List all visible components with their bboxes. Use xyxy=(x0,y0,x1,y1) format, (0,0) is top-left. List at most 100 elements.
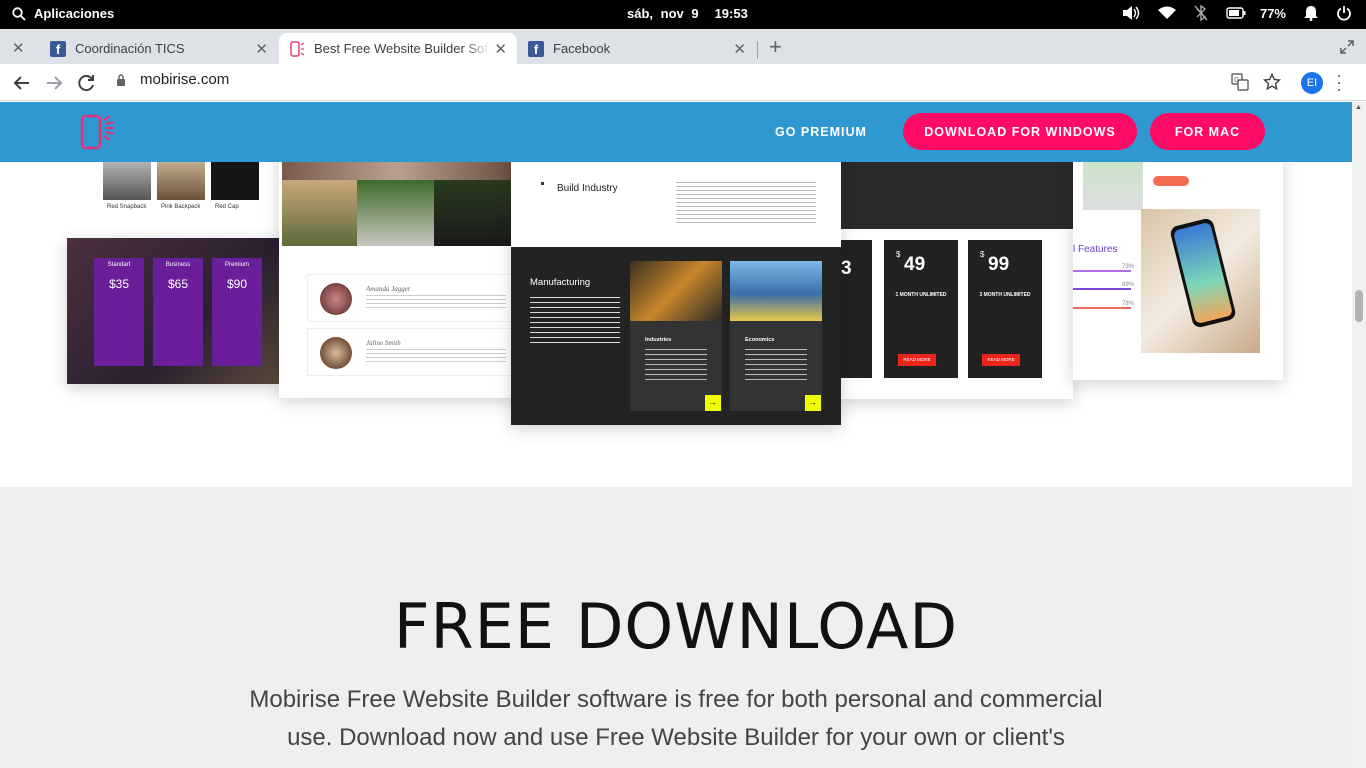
tab-coordinacion[interactable]: f Coordinación TICS ✕ xyxy=(40,33,278,64)
close-window-icon[interactable]: ✕ xyxy=(12,39,25,57)
feature-percent: 89% xyxy=(1122,282,1135,288)
date-label: sáb, nov 9 xyxy=(627,6,699,21)
site-navbar: GO PREMIUM DOWNLOAD FOR WINDOWS FOR MAC xyxy=(0,102,1352,162)
gym-plan-label: 3 MONTH UNLIMITED xyxy=(979,292,1031,298)
tab-strip: ✕ f Coordinación TICS ✕ Best Free Websit… xyxy=(0,29,1366,64)
applications-label: Aplicaciones xyxy=(34,6,115,21)
gym-price-column: $ 49 1 MONTH UNLIMITED READ MORE xyxy=(884,240,958,378)
gallery-image xyxy=(282,180,357,246)
gym-template-card: 3 $ 49 1 MONTH UNLIMITED READ MORE $ 99 … xyxy=(835,152,1073,399)
svg-text:G: G xyxy=(1234,77,1239,84)
gym-price: 3 xyxy=(841,258,852,279)
testimonial-text xyxy=(366,295,506,309)
testimonials-template-card: Amanda Jagger Jaline Smith xyxy=(279,152,519,398)
currency-symbol: $ xyxy=(980,250,985,259)
read-more-button[interactable] xyxy=(1153,176,1189,186)
back-arrow-icon[interactable] xyxy=(11,72,33,94)
free-download-section: FREE DOWNLOAD Mobirise Free Website Buil… xyxy=(0,487,1352,768)
industry-card-text xyxy=(645,349,707,381)
heading-mark xyxy=(541,182,544,185)
avatar xyxy=(320,283,352,315)
close-tab-icon[interactable]: ✕ xyxy=(494,40,507,58)
feature-percent: 73% xyxy=(1122,264,1135,270)
reload-icon[interactable] xyxy=(75,72,97,94)
gym-price-column: $ 99 3 MONTH UNLIMITED READ MORE xyxy=(968,240,1042,378)
read-more-button[interactable]: READ MORE xyxy=(898,354,936,366)
translate-icon[interactable]: G xyxy=(1231,73,1249,91)
profile-avatar[interactable]: EI xyxy=(1301,72,1323,94)
facebook-icon: f xyxy=(50,40,66,57)
system-status-area[interactable]: 77% xyxy=(1122,5,1352,21)
industry-card: Industries → xyxy=(630,261,722,411)
pricing-template-card: Standart $35 Business $65 Premium $90 xyxy=(67,238,282,384)
notifications-bell-icon xyxy=(1304,6,1318,21)
gym-price: 99 xyxy=(988,254,1010,275)
system-top-bar: Aplicaciones sáb, nov 9 19:53 77% xyxy=(0,0,1366,29)
tab-mobirise[interactable]: Best Free Website Builder Software ✕ xyxy=(279,33,517,64)
industry-card-title: Industries xyxy=(645,337,672,343)
mobirise-icon xyxy=(290,40,305,57)
arrow-right-icon[interactable]: → xyxy=(805,395,821,411)
avatar xyxy=(320,337,352,369)
go-premium-link[interactable]: GO PREMIUM xyxy=(775,125,867,139)
tab-title: Coordinación TICS xyxy=(75,41,185,56)
close-tab-icon[interactable]: ✕ xyxy=(255,40,268,58)
search-icon xyxy=(12,6,26,21)
industry-image xyxy=(730,261,822,321)
product-name: Red Cap xyxy=(215,204,239,210)
power-icon xyxy=(1337,6,1351,21)
manufacturing-section: Manufacturing Industries → Economics → xyxy=(511,247,841,425)
gym-price: 49 xyxy=(904,254,926,275)
wifi-icon xyxy=(1157,6,1176,19)
arrow-right-icon[interactable]: → xyxy=(705,395,721,411)
time-label: 19:53 xyxy=(714,6,748,21)
gym-schedule xyxy=(835,152,1073,229)
restore-window-icon[interactable] xyxy=(1340,40,1354,54)
read-more-button[interactable]: READ MORE xyxy=(982,354,1020,366)
forward-arrow-icon[interactable] xyxy=(43,72,65,94)
testimonial-item: Jaline Smith xyxy=(307,328,517,376)
page-viewport: GO PREMIUM DOWNLOAD FOR WINDOWS FOR MAC … xyxy=(0,102,1352,768)
download-mac-button[interactable]: FOR MAC xyxy=(1150,113,1265,150)
download-windows-button[interactable]: DOWNLOAD FOR WINDOWS xyxy=(903,113,1137,150)
phone-photo xyxy=(1141,209,1260,353)
testimonial-text xyxy=(366,349,506,363)
browser-toolbar: mobirise.com G · · · xyxy=(0,64,1366,101)
new-tab-plus-icon[interactable]: + xyxy=(769,34,782,60)
tab-facebook[interactable]: f Facebook ✕ xyxy=(518,33,756,64)
tab-title: Facebook xyxy=(553,41,611,56)
product-name: Pink Backpack xyxy=(161,204,201,210)
plan-price: $90 xyxy=(226,277,248,291)
gallery-image xyxy=(434,180,512,246)
scrollbar-thumb[interactable] xyxy=(1355,290,1363,322)
gym-plan-label: 1 MONTH UNLIMITED xyxy=(895,292,947,298)
facebook-icon: f xyxy=(528,40,544,57)
mobirise-logo-icon[interactable] xyxy=(80,114,120,150)
free-download-heading: FREE DOWNLOAD xyxy=(393,590,959,663)
tab-separator xyxy=(757,41,758,59)
browser-menu-icon[interactable]: · · · xyxy=(1336,66,1342,98)
product-name: Red Snapback xyxy=(107,204,147,210)
plan-name: Standart xyxy=(107,262,131,268)
battery-percent: 77% xyxy=(1259,5,1286,21)
close-tab-icon[interactable]: ✕ xyxy=(733,40,746,58)
shop-template-card: Red Snapback Pink Backpack Red Cap xyxy=(67,152,282,242)
scroll-up-icon[interactable]: ▲ xyxy=(1355,104,1362,111)
currency-symbol: $ xyxy=(896,250,901,259)
template-showcase: Red Snapback Pink Backpack Red Cap Stand… xyxy=(0,150,1352,487)
lock-icon xyxy=(117,73,125,86)
plan-price: $65 xyxy=(167,277,189,291)
industry-card-text xyxy=(745,349,807,381)
bookmark-star-icon[interactable] xyxy=(1263,73,1281,91)
app-features-template-card: l Features 73% 89% 78% xyxy=(1073,152,1283,380)
applications-menu[interactable]: Aplicaciones xyxy=(12,6,114,21)
clock[interactable]: sáb, nov 9 19:53 xyxy=(627,6,748,21)
industry-text xyxy=(676,182,816,224)
manufacturing-title: Manufacturing xyxy=(530,277,591,288)
industry-image xyxy=(630,261,722,321)
testimonial-name: Jaline Smith xyxy=(366,339,401,347)
battery-icon xyxy=(1226,7,1246,19)
pricing-column: Premium $90 xyxy=(212,258,262,366)
page-scrollbar[interactable]: ▲ xyxy=(1352,102,1366,768)
address-bar[interactable]: mobirise.com xyxy=(116,71,229,88)
